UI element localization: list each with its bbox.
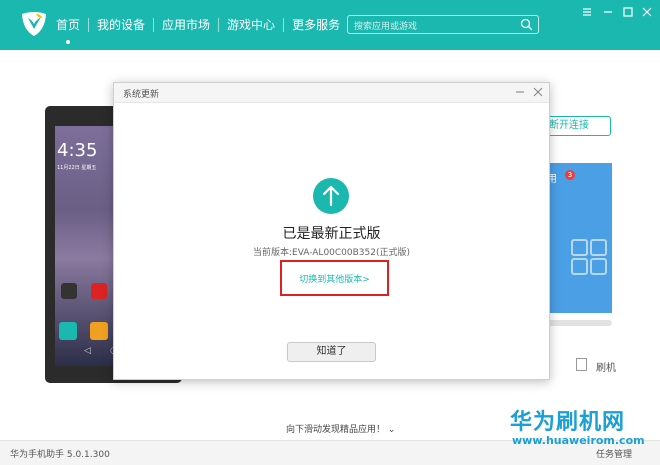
nav-game-center[interactable]: 游戏中心 <box>219 0 283 50</box>
ok-button[interactable]: 知道了 <box>287 342 376 362</box>
close-icon[interactable] <box>640 5 654 19</box>
chevron-down-icon: ⌄ <box>387 425 396 435</box>
search-icon[interactable] <box>520 18 533 31</box>
huawei-app-icon <box>91 283 107 299</box>
nav-home-label: 首页 <box>56 18 81 32</box>
main-nav: 首页 我的设备 应用市场 游戏中心 更多服务 <box>56 0 348 50</box>
arrow-up-icon <box>322 185 340 207</box>
search-placeholder: 搜索应用或游戏 <box>354 22 418 32</box>
nav-my-devices[interactable]: 我的设备 <box>89 0 153 50</box>
flash-icon[interactable] <box>576 358 587 371</box>
up-to-date-badge <box>313 178 349 214</box>
search-input[interactable]: 搜索应用或游戏 <box>347 15 539 34</box>
scroll-hint-text: 向下滑动发现精品应用！ <box>286 425 386 435</box>
top-bar: 首页 我的设备 应用市场 游戏中心 更多服务 搜索应用或游戏 <box>0 0 660 50</box>
watermark-url: www.huaweirom.com <box>512 434 645 447</box>
dialog-close-icon[interactable] <box>532 86 544 98</box>
highlight-box: 切换到其他版本> <box>280 260 389 296</box>
task-manager[interactable]: 任务管理 <box>596 447 632 460</box>
switch-version-link[interactable]: 切换到其他版本> <box>282 272 387 285</box>
scroll-hint[interactable]: 向下滑动发现精品应用！ ⌄ <box>286 422 395 435</box>
nav-more-services[interactable]: 更多服务 <box>284 0 348 50</box>
system-update-dialog: 系统更新 已是最新正式版 当前版本:EVA-AL00C00B352(正式版) 切… <box>113 82 550 380</box>
maximize-icon[interactable] <box>621 5 635 19</box>
nav-app-market[interactable]: 应用市场 <box>154 0 218 50</box>
contacts-app-icon <box>90 322 108 340</box>
update-status-heading: 已是最新正式版 <box>282 226 381 242</box>
dialog-minimize-icon[interactable] <box>514 86 526 98</box>
dialog-header: 系统更新 <box>114 83 549 103</box>
current-version: 当前版本:EVA-AL00C00B352(正式版) <box>252 248 411 258</box>
menu-icon[interactable] <box>580 5 594 19</box>
app-logo-icon[interactable] <box>19 8 49 38</box>
nav-home[interactable]: 首页 <box>56 0 88 50</box>
flash-label[interactable]: 刷机 <box>596 359 616 374</box>
dialog-title: 系统更新 <box>123 90 160 100</box>
notification-badge: 3 <box>565 170 575 180</box>
phone-date: 11月22日 星期五 <box>57 165 97 171</box>
watermark-title: 华为刷机网 <box>510 410 626 435</box>
back-nav-icon: ◁ <box>84 346 91 356</box>
phone-clock: 4:35 <box>57 140 98 161</box>
app-version: 华为手机助手 5.0.1.300 <box>10 450 110 460</box>
active-indicator <box>66 40 70 44</box>
minimize-icon[interactable] <box>601 5 615 19</box>
storage-progress <box>540 320 612 326</box>
phone-app-icon <box>59 322 77 340</box>
app-icon <box>61 283 77 299</box>
grid-icon <box>571 239 607 275</box>
